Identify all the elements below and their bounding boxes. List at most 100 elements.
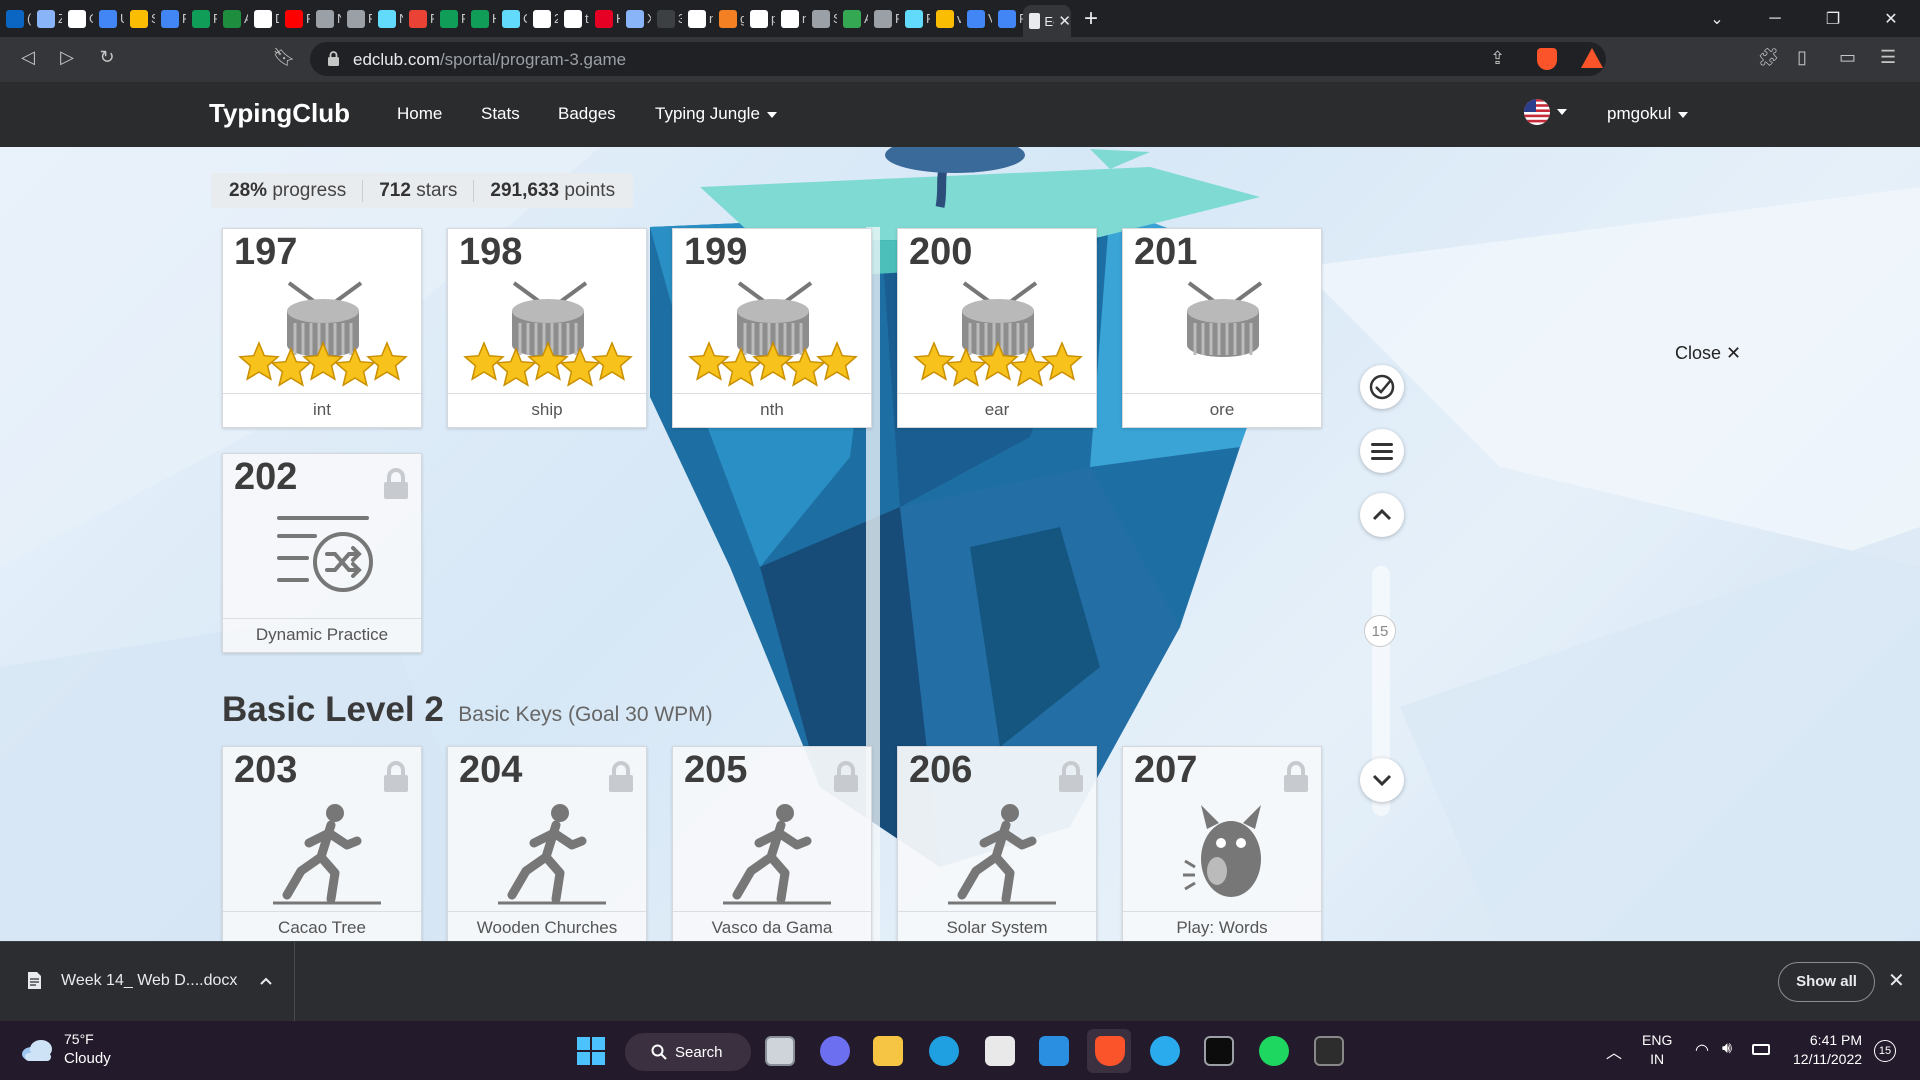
notification-badge[interactable]: 15 bbox=[1874, 1040, 1896, 1062]
edge-icon[interactable] bbox=[929, 1036, 959, 1066]
user-menu[interactable]: pmgokul bbox=[1607, 104, 1689, 124]
restore-button[interactable]: ❐ bbox=[1804, 9, 1862, 29]
show-all-button[interactable]: Show all bbox=[1778, 962, 1875, 1002]
browser-tab[interactable]: 3 bbox=[651, 0, 682, 37]
browser-tab[interactable]: R bbox=[186, 0, 217, 37]
browser-tab[interactable]: ( bbox=[0, 0, 31, 37]
browser-tab[interactable]: R bbox=[434, 0, 465, 37]
teams-chat-icon[interactable] bbox=[820, 1036, 850, 1066]
lesson-card-204[interactable]: 204 Wooden Churches bbox=[447, 746, 647, 941]
windows-start-icon[interactable] bbox=[577, 1037, 605, 1065]
tray-chevron-up-icon[interactable]: ︿ bbox=[1606, 1039, 1622, 1063]
lesson-card-207[interactable]: 207 Play: Words bbox=[1122, 746, 1322, 941]
download-item[interactable]: Week 14_ Web D....docx bbox=[0, 942, 295, 1021]
browser-tab[interactable]: n bbox=[682, 0, 713, 37]
browser-tab[interactable]: R bbox=[341, 0, 372, 37]
browser-tab[interactable]: R bbox=[992, 0, 1023, 37]
task-view-icon[interactable] bbox=[765, 1036, 795, 1066]
scroll-down-button[interactable] bbox=[1360, 758, 1404, 802]
tab-active[interactable]: Ec ✕ bbox=[1023, 5, 1071, 37]
browser-tab[interactable]: A bbox=[837, 0, 868, 37]
menu-button[interactable] bbox=[1360, 429, 1404, 473]
browser-tab[interactable]: S bbox=[124, 0, 155, 37]
lesson-card-205[interactable]: 205 Vasco da Gama bbox=[672, 746, 872, 941]
browser-tab[interactable]: p bbox=[744, 0, 775, 37]
brave-rewards-icon[interactable] bbox=[1581, 48, 1603, 68]
close-window-button[interactable]: ✕ bbox=[1862, 9, 1920, 29]
browser-tab[interactable]: C bbox=[496, 0, 527, 37]
browser-tab[interactable]: New bbox=[310, 0, 341, 37]
lesson-card-199[interactable]: 199 nth bbox=[672, 228, 872, 428]
browser-tab[interactable]: X bbox=[620, 0, 651, 37]
browser-tab[interactable]: t bbox=[558, 0, 589, 37]
weather-temperature[interactable]: 75°F bbox=[64, 1031, 94, 1047]
lesson-card-198[interactable]: 198 ship bbox=[447, 228, 647, 428]
scroll-up-button[interactable] bbox=[1360, 493, 1404, 537]
browser-tab[interactable]: v bbox=[930, 0, 961, 37]
brave-shields-icon[interactable] bbox=[1537, 48, 1557, 70]
browser-tab[interactable]: n bbox=[775, 0, 806, 37]
browser-tab[interactable]: g bbox=[713, 0, 744, 37]
browser-tab[interactable]: 2 bbox=[527, 0, 558, 37]
battery-icon[interactable] bbox=[1752, 1044, 1770, 1055]
nav-stats[interactable]: Stats bbox=[481, 104, 520, 124]
minimize-button[interactable]: ─ bbox=[1746, 10, 1804, 28]
back-icon[interactable]: ◁ bbox=[16, 47, 40, 68]
lesson-card-200[interactable]: 200 ear bbox=[897, 228, 1097, 428]
goals-check-button[interactable] bbox=[1360, 365, 1404, 409]
nav-home[interactable]: Home bbox=[397, 104, 442, 124]
nav-badges[interactable]: Badges bbox=[558, 104, 616, 124]
language-selector[interactable] bbox=[1524, 99, 1567, 125]
browser-tab[interactable]: R bbox=[155, 0, 186, 37]
browser-tab[interactable]: R bbox=[279, 0, 310, 37]
browser-tab[interactable]: R bbox=[868, 0, 899, 37]
share-icon[interactable]: ⇪ bbox=[1490, 48, 1505, 69]
spotify-icon[interactable] bbox=[1259, 1036, 1289, 1066]
wifi-icon[interactable]: ◠ bbox=[1695, 1040, 1709, 1060]
language-indicator[interactable]: ENG IN bbox=[1642, 1031, 1672, 1069]
wallet-icon[interactable]: ▭ bbox=[1839, 47, 1856, 68]
scroll-position-badge[interactable]: 15 bbox=[1364, 615, 1396, 647]
lesson-card-206[interactable]: 206 Solar System bbox=[897, 746, 1097, 941]
browser-tab[interactable]: D bbox=[248, 0, 279, 37]
system-clock[interactable]: 6:41 PM 12/11/2022 bbox=[1793, 1031, 1862, 1069]
file-explorer-icon[interactable] bbox=[873, 1036, 903, 1066]
chevron-up-icon[interactable] bbox=[260, 977, 272, 985]
browser-tab[interactable]: A bbox=[217, 0, 248, 37]
browser-tab[interactable]: U bbox=[93, 0, 124, 37]
volume-icon[interactable]: 🔊︎ bbox=[1722, 1040, 1732, 1058]
browser-tab[interactable]: V bbox=[961, 0, 992, 37]
bookmark-icon[interactable]: 🔖︎ bbox=[272, 47, 296, 68]
vscode-icon[interactable] bbox=[1039, 1036, 1069, 1066]
browser-tab[interactable]: S bbox=[806, 0, 837, 37]
browser-tab[interactable]: H bbox=[465, 0, 496, 37]
taskbar-search[interactable]: Search bbox=[625, 1033, 751, 1071]
tab-close-icon[interactable]: ✕ bbox=[1058, 12, 1071, 30]
sidebar-icon[interactable]: ▯ bbox=[1797, 47, 1807, 68]
close-button[interactable]: Close ✕ bbox=[1675, 343, 1741, 364]
telegram-icon[interactable] bbox=[1150, 1036, 1180, 1066]
browser-tab[interactable]: N bbox=[372, 0, 403, 37]
brand-logo[interactable]: TypingClub bbox=[209, 98, 350, 129]
microsoft-store-icon[interactable] bbox=[985, 1036, 1015, 1066]
browser-tab[interactable]: R bbox=[403, 0, 434, 37]
nav-typing-jungle[interactable]: Typing Jungle bbox=[655, 104, 777, 124]
new-tab-button[interactable]: + bbox=[1071, 5, 1111, 33]
cloud-icon[interactable] bbox=[20, 1038, 54, 1062]
reload-icon[interactable]: ↻ bbox=[95, 47, 119, 68]
forward-icon[interactable]: ▷ bbox=[55, 47, 79, 68]
extensions-icon[interactable]: 🧩︎ bbox=[1757, 47, 1780, 68]
browser-tab[interactable]: Z bbox=[31, 0, 62, 37]
browser-tab[interactable]: H bbox=[589, 0, 620, 37]
browser-tab[interactable]: R bbox=[899, 0, 930, 37]
terminal-icon[interactable] bbox=[1204, 1036, 1234, 1066]
command-prompt-icon[interactable] bbox=[1314, 1036, 1344, 1066]
menu-icon[interactable]: ☰ bbox=[1880, 47, 1896, 68]
lesson-card-197[interactable]: 197 int bbox=[222, 228, 422, 428]
tab-search-chevron-icon[interactable]: ⌄ bbox=[1688, 9, 1746, 29]
lesson-card-202[interactable]: 202 Dynamic Practice bbox=[222, 453, 422, 653]
lesson-card-203[interactable]: 203 Cacao Tree bbox=[222, 746, 422, 941]
lesson-card-201[interactable]: 201 ore bbox=[1122, 228, 1322, 428]
weather-condition[interactable]: Cloudy bbox=[64, 1050, 111, 1067]
browser-tab[interactable]: G bbox=[62, 0, 93, 37]
